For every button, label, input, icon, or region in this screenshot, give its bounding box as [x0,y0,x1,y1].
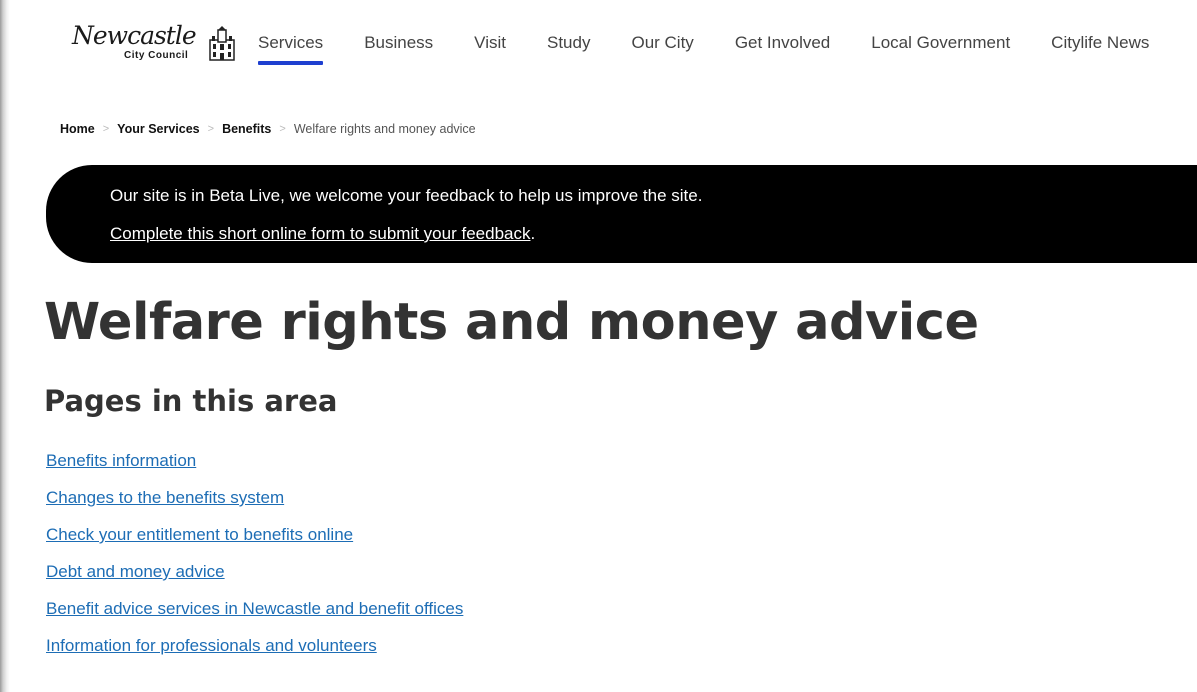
nav-local-government[interactable]: Local Government [871,33,1010,59]
list-item: Check your entitlement to benefits onlin… [46,525,463,562]
logo-wordmark: Newcastle [72,21,197,50]
nav-study[interactable]: Study [547,33,590,59]
nav-services[interactable]: Services [258,33,324,65]
nav-get-involved[interactable]: Get Involved [735,33,830,59]
link-benefit-advice-services[interactable]: Benefit advice services in Newcastle and… [46,599,463,618]
nav-our-city[interactable]: Our City [631,33,693,59]
breadcrumb-your-services[interactable]: Your Services [117,122,199,136]
list-item: Debt and money advice [46,562,463,599]
list-item: Benefits information [46,451,463,488]
list-item: Benefit advice services in Newcastle and… [46,599,463,636]
banner-message: Our site is in Beta Live, we welcome you… [110,186,703,205]
feedback-form-link[interactable]: Complete this short online form to submi… [110,224,535,244]
nav-citylife-news[interactable]: Citylife News [1051,33,1149,59]
site-logo[interactable]: Newcastle City Council [72,22,240,66]
window-edge [0,0,10,692]
area-pages-list: Benefits information Changes to the bene… [46,451,463,673]
link-professionals-and-volunteers[interactable]: Information for professionals and volunt… [46,636,377,655]
logo-subtitle: City Council [124,50,189,61]
site-header: Newcastle City Council Services Business… [0,0,1197,80]
breadcrumb-current: Welfare rights and money advice [293,122,476,136]
section-title: Pages in this area [44,384,338,418]
link-changes-to-benefits-system[interactable]: Changes to the benefits system [46,488,284,507]
breadcrumb-separator: > [207,123,215,135]
beta-feedback-banner: Our site is in Beta Live, we welcome you… [46,165,1197,263]
list-item: Information for professionals and volunt… [46,636,463,673]
link-debt-and-money-advice[interactable]: Debt and money advice [46,562,225,581]
nav-visit[interactable]: Visit [474,33,506,59]
breadcrumb-benefits[interactable]: Benefits [222,122,271,136]
feedback-link-text[interactable]: Complete this short online form to submi… [110,224,530,243]
breadcrumb-home[interactable]: Home [60,122,95,136]
castle-crest-icon [209,26,235,61]
link-benefits-information[interactable]: Benefits information [46,451,196,470]
breadcrumb-separator: > [102,123,110,135]
list-item: Changes to the benefits system [46,488,463,525]
main-nav: Services Business Visit Study Our City G… [258,33,1190,65]
link-check-entitlement-online[interactable]: Check your entitlement to benefits onlin… [46,525,353,544]
breadcrumb-separator: > [279,123,286,135]
page-title: Welfare rights and money advice [44,293,979,352]
nav-business[interactable]: Business [364,33,433,59]
feedback-link-suffix: . [530,224,536,243]
breadcrumb: Home > Your Services > Benefits > Welfar… [60,122,476,136]
